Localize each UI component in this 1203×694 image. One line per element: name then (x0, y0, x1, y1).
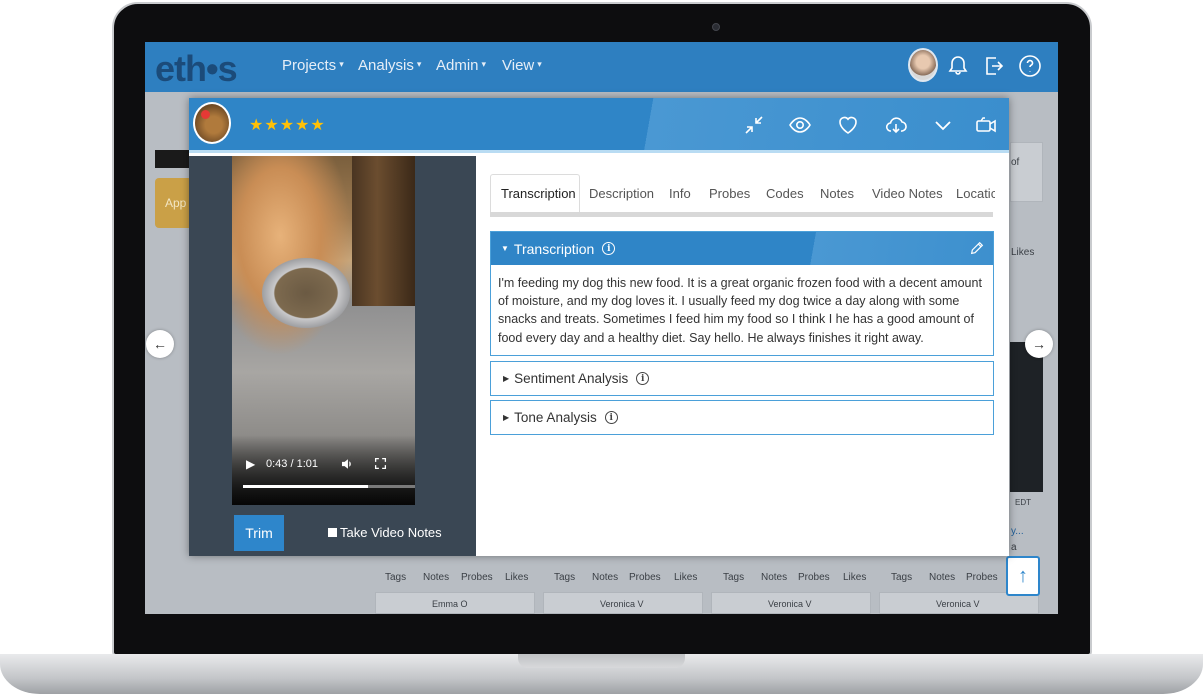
info-icon[interactable]: i (605, 411, 618, 424)
transcription-panel-title: Transcription (514, 241, 594, 257)
checkbox-box[interactable] (328, 528, 337, 537)
info-icon[interactable]: i (636, 372, 649, 385)
caret-down-icon: ▼ (501, 244, 509, 253)
heart-icon[interactable] (836, 113, 860, 137)
background-card: Emma O (375, 592, 535, 614)
help-icon[interactable] (1018, 54, 1042, 78)
background-tags-label: Tags (723, 572, 744, 583)
cloud-download-icon[interactable] (884, 113, 908, 137)
video-frame-bowl (262, 258, 350, 328)
laptop-notch (518, 654, 685, 668)
transcription-panel: ▼ Transcription i I'm feeding my dog thi… (490, 231, 994, 356)
logout-icon[interactable] (982, 54, 1006, 78)
participant-avatar[interactable] (193, 102, 231, 144)
background-likes-label: Likes (1011, 247, 1034, 258)
background-notes-label: Notes (592, 572, 618, 583)
detail-tabs: Transcription Description Info Probes Co… (490, 174, 995, 217)
info-icon[interactable]: i (602, 242, 615, 255)
background-notes-label: Notes (929, 572, 955, 583)
nav-admin[interactable]: Admin▾ (436, 57, 486, 74)
star-rating[interactable]: ★★★★★ (249, 115, 326, 135)
nav-analysis[interactable]: Analysis▾ (358, 57, 421, 74)
background-probes-label: Probes (798, 572, 830, 583)
video-controls-shade (232, 435, 415, 505)
play-icon[interactable]: ▶ (246, 457, 255, 471)
background-video-thumb (1010, 342, 1043, 492)
nav-view[interactable]: View▾ (502, 57, 542, 74)
chevron-down-icon[interactable] (931, 113, 955, 137)
background-probes-label: Probes (629, 572, 661, 583)
video-time: 0:43 / 1:01 (266, 458, 318, 470)
fullscreen-icon[interactable] (374, 457, 387, 470)
previous-button[interactable]: ← (146, 330, 174, 358)
tone-analysis-panel[interactable]: ▶ Tone Analysis i (490, 400, 994, 435)
next-button[interactable]: → (1025, 330, 1053, 358)
bell-icon[interactable] (946, 54, 970, 78)
tone-analysis-title: Tone Analysis (514, 410, 597, 425)
tab-location[interactable]: Locatic (946, 174, 995, 212)
background-notes-label: Notes (761, 572, 787, 583)
edit-icon[interactable] (969, 240, 985, 256)
background-probes-label: Probes (461, 572, 493, 583)
background-card: Veronica V (543, 592, 703, 614)
background-card: Veronica V (711, 592, 871, 614)
background-text: EDT (1015, 498, 1031, 507)
tab-notes[interactable]: Notes (810, 174, 864, 212)
background-notes-label: Notes (423, 572, 449, 583)
background-text: of (1011, 157, 1019, 168)
background-text: a (1011, 542, 1017, 553)
take-video-notes-checkbox[interactable]: Take Video Notes (328, 525, 442, 540)
transcription-panel-header[interactable]: ▼ Transcription i (491, 232, 993, 265)
tab-info[interactable]: Info (659, 174, 701, 212)
scroll-top-button[interactable]: ↑ (1006, 556, 1040, 596)
video-camera-icon[interactable] (974, 113, 998, 137)
eye-icon[interactable] (788, 113, 812, 137)
background-likes-label: Likes (843, 572, 866, 583)
nav-projects[interactable]: Projects▾ (282, 57, 344, 74)
more-options-icon[interactable]: ⋮ (410, 455, 415, 471)
video-frame-door (352, 156, 415, 306)
tab-scrollbar[interactable] (490, 212, 993, 217)
background-likes-label: Likes (674, 572, 697, 583)
background-probes-label: Probes (966, 572, 998, 583)
status-dot (201, 110, 210, 119)
collapse-icon[interactable] (742, 113, 766, 137)
tab-video-notes[interactable]: Video Notes (862, 174, 953, 212)
caret-right-icon: ▶ (503, 374, 509, 383)
tab-description[interactable]: Description (579, 174, 664, 212)
caret-right-icon: ▶ (503, 413, 509, 422)
tab-codes[interactable]: Codes (756, 174, 814, 212)
sentiment-analysis-panel[interactable]: ▶ Sentiment Analysis i (490, 361, 994, 396)
webcam (712, 23, 720, 31)
trim-button[interactable]: Trim (234, 515, 284, 551)
background-tags-label: Tags (554, 572, 575, 583)
ethos-logo[interactable]: eth•s (155, 48, 237, 90)
tab-transcription[interactable]: Transcription (490, 174, 580, 212)
take-video-notes-label: Take Video Notes (340, 525, 442, 540)
background-tags-label: Tags (891, 572, 912, 583)
volume-icon[interactable] (340, 457, 354, 471)
media-modal: ★★★★★ ▶ 0:43 / 1:01 ⋮ Trim Take Video No… (189, 98, 1009, 556)
background-tags-label: Tags (385, 572, 406, 583)
modal-header: ★★★★★ (189, 98, 1009, 153)
video-pane: ▶ 0:43 / 1:01 ⋮ Trim Take Video Notes (189, 156, 476, 556)
video-player[interactable]: ▶ 0:43 / 1:01 ⋮ (232, 156, 415, 505)
user-avatar[interactable] (908, 48, 938, 82)
video-progress-fill (243, 485, 368, 488)
tab-probes[interactable]: Probes (699, 174, 760, 212)
background-text: y... (1011, 526, 1024, 537)
transcription-text: I'm feeding my dog this new food. It is … (498, 274, 988, 347)
video-progress-bar[interactable] (243, 485, 415, 488)
app-header: eth•s Projects▾ Analysis▾ Admin▾ View▾ (145, 42, 1058, 92)
background-likes-label: Likes (505, 572, 528, 583)
sentiment-analysis-title: Sentiment Analysis (514, 371, 628, 386)
background-card (1010, 142, 1043, 202)
